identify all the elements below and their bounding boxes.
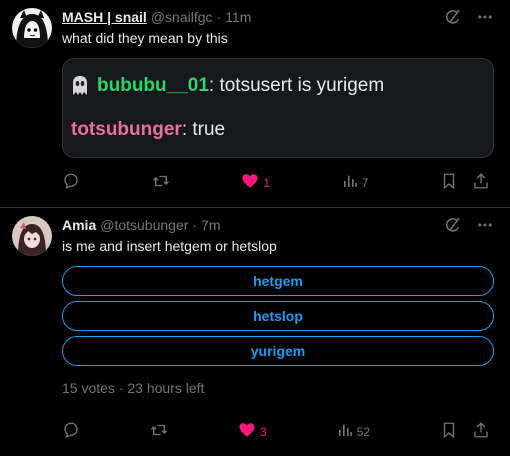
like-count: 1 (263, 175, 270, 190)
poll-meta: 15 votes · 23 hours left (62, 380, 205, 396)
view-count: 7 (361, 175, 369, 190)
separator-dot: · (216, 9, 222, 25)
view-count: 52 (356, 424, 370, 439)
like-count: 3 (259, 424, 267, 439)
reply-icon (62, 172, 80, 193)
reply-button[interactable] (62, 421, 80, 442)
tweet-text: what did they mean by this (62, 30, 228, 46)
poll-option[interactable]: hetgem (62, 266, 494, 296)
reply-button[interactable] (62, 172, 80, 193)
more-icon[interactable] (476, 216, 494, 234)
repost-button[interactable] (152, 172, 170, 193)
like-button[interactable]: 3 (238, 421, 267, 442)
avatar[interactable] (12, 8, 52, 48)
quote-line-2: totsubunger : true (71, 115, 485, 145)
repost-icon (150, 421, 168, 442)
views-icon (337, 422, 353, 441)
views-icon (342, 173, 358, 192)
like-button[interactable]: 1 (241, 172, 270, 193)
more-icon[interactable] (476, 8, 494, 26)
tweet-header: MASH | snail @snailfgc · 11m (62, 8, 494, 26)
tweet-actions: 3 52 (62, 421, 490, 442)
reply-icon (62, 421, 80, 442)
repost-button[interactable] (150, 421, 168, 442)
author-name[interactable]: MASH | snail (62, 8, 147, 26)
share-icon[interactable] (472, 421, 490, 442)
author-name[interactable]: Amia (62, 216, 96, 234)
heart-icon (241, 172, 259, 193)
tweet[interactable]: Amia @totsubunger · 7m is me and insert … (0, 208, 510, 456)
poll-option[interactable]: hetslop (62, 301, 494, 331)
avatar[interactable] (12, 216, 52, 256)
ghost-icon (71, 75, 93, 97)
quote-message-2: : true (181, 119, 226, 140)
author-handle[interactable]: @totsubunger (100, 216, 188, 234)
share-icon[interactable] (472, 172, 490, 193)
tweet[interactable]: MASH | snail @snailfgc · 11m what did th… (0, 0, 510, 208)
repost-icon (152, 172, 170, 193)
tweet-top-actions (444, 8, 494, 26)
bookmark-icon[interactable] (440, 172, 458, 193)
quote-username-2: totsubunger (71, 119, 182, 140)
quote-username-1: bububu__01 (97, 75, 209, 96)
quote-message-1: : totsusert is yurigem (208, 75, 385, 96)
grok-icon[interactable] (444, 8, 462, 26)
author-handle[interactable]: @snailfgc (151, 8, 213, 26)
separator-dot: · (192, 217, 198, 233)
tweet-text: is me and insert hetgem or hetslop (62, 238, 277, 254)
quote-line-1: bububu__01 : totsusert is yurigem (71, 71, 485, 101)
poll: hetgem hetslop yurigem 15 votes · 23 hou… (62, 266, 494, 396)
quoted-image[interactable]: bububu__01 : totsusert is yurigem totsub… (62, 58, 494, 158)
tweet-actions: 1 7 (62, 172, 490, 193)
views-button[interactable]: 52 (337, 422, 370, 441)
poll-option[interactable]: yurigem (62, 336, 494, 366)
timestamp[interactable]: 11m (225, 8, 251, 26)
timestamp[interactable]: 7m (201, 216, 220, 234)
views-button[interactable]: 7 (342, 173, 369, 192)
heart-icon (238, 421, 256, 442)
grok-icon[interactable] (444, 216, 462, 234)
bookmark-icon[interactable] (440, 421, 458, 442)
tweet-top-actions (444, 216, 494, 234)
tweet-header: Amia @totsubunger · 7m (62, 216, 494, 234)
